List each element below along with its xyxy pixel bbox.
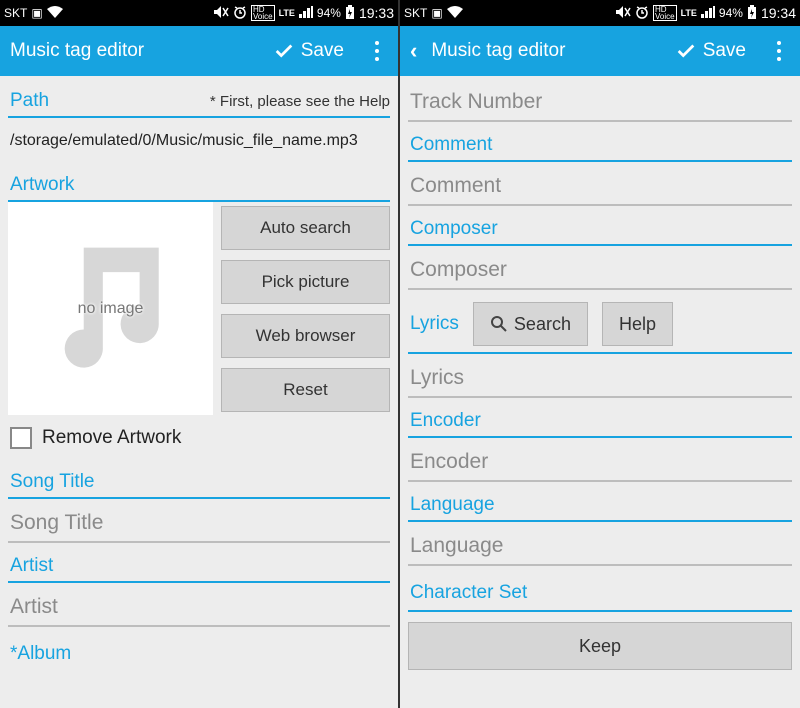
remove-artwork-row[interactable]: Remove Artwork [8,421,390,459]
encoder-input[interactable]: Encoder [408,438,792,482]
content-left: Path * First, please see the Help /stora… [0,76,398,708]
app-title: Music tag editor [431,40,664,62]
remove-artwork-checkbox[interactable] [10,427,32,449]
web-browser-button[interactable]: Web browser [221,314,390,358]
help-note[interactable]: * First, please see the Help [210,93,390,110]
carrier-label: SKT [404,6,427,20]
artist-input[interactable]: Artist [8,583,390,627]
lyrics-search-button[interactable]: Search [473,302,588,346]
lyrics-section-header: Lyrics Search Help [408,296,792,354]
app-bar: Music tag editor Save [0,26,398,76]
track-number-input[interactable]: Track Number [408,82,792,122]
encoder-label: Encoder [408,404,792,438]
battery-pct: 94% [719,6,743,20]
status-bar: SKT ▣ HDVoice LTE 94% 19:33 [0,0,398,26]
wifi-icon [447,6,463,21]
comment-label: Comment [408,128,792,162]
battery-icon [345,5,355,22]
screen-right: SKT ▣ HDVoice LTE 94% 19:34 [400,0,800,708]
composer-label: Composer [408,212,792,246]
save-button[interactable]: Save [273,40,344,62]
hd-voice-icon: HDVoice [653,5,677,21]
check-icon [675,40,697,62]
lte-icon: LTE [279,8,295,18]
signal-icon [299,6,313,21]
path-value: /storage/emulated/0/Music/music_file_nam… [8,118,390,168]
save-button[interactable]: Save [675,40,746,62]
lte-icon: LTE [681,8,697,18]
no-image-label: no image [78,300,144,318]
artwork-label: Artwork [8,168,390,202]
path-label: Path [8,84,51,116]
path-section-header: Path * First, please see the Help [8,76,390,118]
wifi-icon [47,6,63,21]
back-button[interactable]: ‹ [410,38,417,64]
charset-keep-button[interactable]: Keep [408,622,792,670]
app-title: Music tag editor [10,40,263,62]
status-bar: SKT ▣ HDVoice LTE 94% 19:34 [400,0,800,26]
content-right: Track Number Comment Comment Composer Co… [400,76,800,708]
save-label: Save [703,40,746,62]
lyrics-label: Lyrics [410,313,459,335]
battery-pct: 94% [317,6,341,20]
alarm-icon [233,5,247,22]
mute-icon [213,5,229,22]
lyrics-input[interactable]: Lyrics [408,354,792,398]
comment-input[interactable]: Comment [408,162,792,206]
auto-search-button[interactable]: Auto search [221,206,390,250]
language-input[interactable]: Language [408,522,792,566]
song-title-label: Song Title [8,465,390,499]
battery-icon [747,5,757,22]
reset-button[interactable]: Reset [221,368,390,412]
song-title-input[interactable]: Song Title [8,499,390,543]
save-label: Save [301,40,344,62]
menu-button[interactable] [768,41,790,61]
alarm-icon [635,5,649,22]
signal-icon [701,6,715,21]
screenshot-icon: ▣ [431,6,442,20]
check-icon [273,40,295,62]
lyrics-help-button[interactable]: Help [602,302,673,346]
charset-label: Character Set [408,574,792,612]
pick-picture-button[interactable]: Pick picture [221,260,390,304]
hd-voice-icon: HDVoice [251,5,275,21]
menu-button[interactable] [366,41,388,61]
mute-icon [615,5,631,22]
screenshot-icon: ▣ [31,6,42,20]
artwork-preview[interactable]: no image [8,202,213,415]
album-label: *Album [8,635,390,667]
app-bar: ‹ Music tag editor Save [400,26,800,76]
screen-left: SKT ▣ HDVoice LTE 94% 19:33 [0,0,400,708]
artist-label: Artist [8,549,390,583]
remove-artwork-label: Remove Artwork [42,427,181,449]
clock: 19:33 [359,5,394,21]
carrier-label: SKT [4,6,27,20]
composer-input[interactable]: Composer [408,246,792,290]
language-label: Language [408,488,792,522]
search-icon [490,315,508,333]
clock: 19:34 [761,5,796,21]
